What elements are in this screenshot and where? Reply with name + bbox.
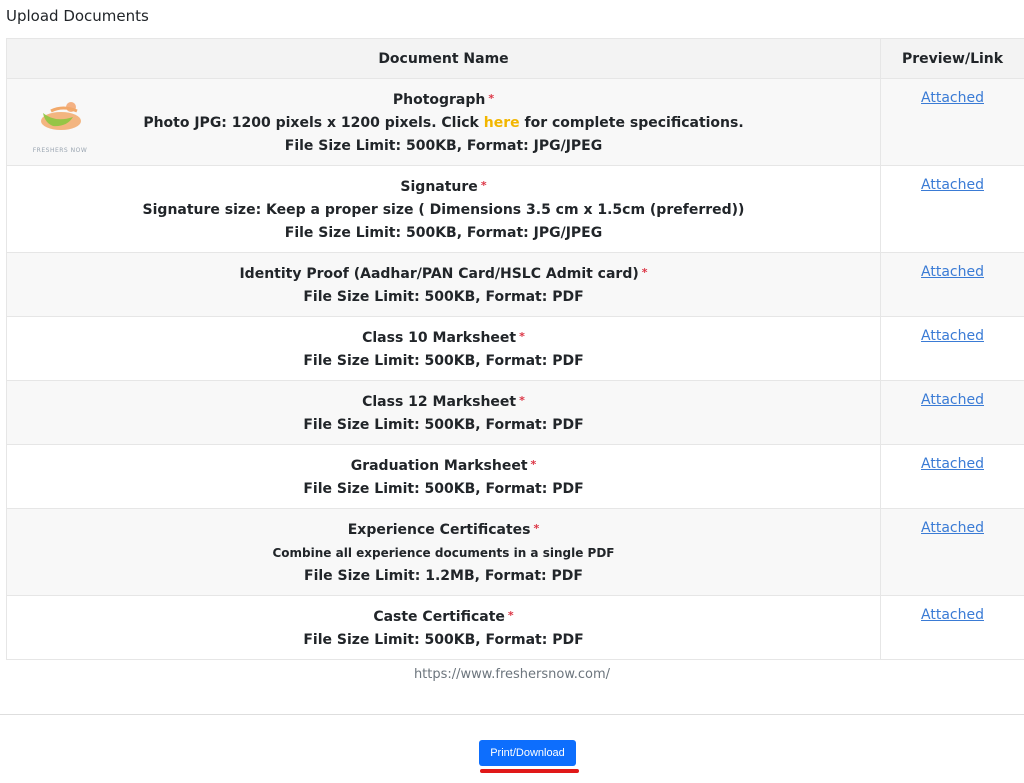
file-size-limit: File Size Limit: 500KB, Format: PDF [303,289,584,305]
header-document-name: Document Name [6,38,881,79]
attached-link[interactable]: Attached [921,456,984,472]
freshers-logo-icon [41,102,81,130]
attached-link[interactable]: Attached [921,264,984,280]
preview-link-cell: Attached [880,165,1024,253]
required-asterisk: * [641,266,648,279]
attached-link[interactable]: Attached [921,607,984,623]
document-name-cell: FRESHERS NOW Photograph * Photo JPG: 1200… [6,78,881,166]
required-asterisk: * [519,394,525,407]
preview-link-cell: Attached [880,595,1024,660]
table-row-graduation-marksheet: Graduation Marksheet * File Size Limit: 5… [6,444,1024,509]
file-size-limit: File Size Limit: 500KB, Format: JPG/JPEG [284,225,603,241]
document-title: Identity Proof (Aadhar/PAN Card/HSLC Adm… [239,266,639,282]
print-download-button[interactable]: Print/Download [479,740,576,766]
attached-link[interactable]: Attached [921,328,984,344]
specifications-here-link[interactable]: here [484,115,520,131]
thumbnail-caption: FRESHERS NOW [32,147,88,154]
table-row-class-10-marksheet: Class 10 Marksheet * File Size Limit: 500… [6,316,1024,381]
table-row-experience-certificates: Experience Certificates * Combine all exp… [6,508,1024,596]
document-name-cell: Identity Proof (Aadhar/PAN Card/HSLC Adm… [6,252,881,317]
required-asterisk: * [507,609,514,622]
photo-thumbnail: FRESHERS NOW [25,93,95,154]
document-title: Caste Certificate [373,609,505,625]
file-size-limit: File Size Limit: 500KB, Format: JPG/JPEG [284,138,603,154]
document-title: Class 12 Marksheet [362,394,517,410]
document-name-cell: Class 12 Marksheet * File Size Limit: 500… [6,380,881,445]
preview-link-cell: Attached [880,78,1024,166]
document-title: Photograph [392,92,486,108]
file-size-limit: File Size Limit: 500KB, Format: PDF [303,632,584,648]
document-title: Experience Certificates [347,522,531,538]
documents-table: Document Name Preview/Link FRESHERS NOW … [6,38,1024,660]
file-size-limit: File Size Limit: 500KB, Format: PDF [303,417,584,433]
document-title: Graduation Marksheet [350,458,528,474]
attached-link[interactable]: Attached [921,90,984,106]
required-asterisk: * [480,179,487,192]
photo-spec-text: Photo JPG: 1200 pixels x 1200 pixels. Cl… [143,115,484,131]
required-asterisk: * [488,92,495,105]
file-size-limit: File Size Limit: 500KB, Format: PDF [303,481,584,497]
table-row-class-12-marksheet: Class 12 Marksheet * File Size Limit: 500… [6,380,1024,445]
header-preview-link: Preview/Link [880,38,1024,79]
experience-note: Combine all experience documents in a si… [272,546,615,560]
document-name-cell: Experience Certificates * Combine all exp… [6,508,881,596]
table-row-signature: Signature * Signature size: Keep a proper… [6,165,1024,253]
required-asterisk: * [533,522,540,535]
file-size-limit: File Size Limit: 500KB, Format: PDF [303,353,584,369]
table-row-caste-certificate: Caste Certificate * File Size Limit: 500K… [6,595,1024,660]
file-size-limit: File Size Limit: 1.2MB, Format: PDF [304,568,583,584]
preview-link-cell: Attached [880,444,1024,509]
preview-link-cell: Attached [880,316,1024,381]
document-name-cell: Caste Certificate * File Size Limit: 500K… [6,595,881,660]
table-row-photograph: FRESHERS NOW Photograph * Photo JPG: 1200… [6,78,1024,166]
preview-link-cell: Attached [880,508,1024,596]
footer-divider [0,714,1024,715]
preview-link-cell: Attached [880,252,1024,317]
preview-link-cell: Attached [880,380,1024,445]
attached-link[interactable]: Attached [921,177,984,193]
required-asterisk: * [519,330,525,343]
document-name-cell: Graduation Marksheet * File Size Limit: 5… [6,444,881,509]
attached-link[interactable]: Attached [921,392,984,408]
table-header-row: Document Name Preview/Link [6,38,1024,79]
signature-spec-text: Signature size: Keep a proper size ( Dim… [142,202,745,218]
document-name-cell: Signature * Signature size: Keep a proper… [6,165,881,253]
document-title: Signature [400,179,478,195]
document-name-cell: Class 10 Marksheet * File Size Limit: 500… [6,316,881,381]
annotation-underline [480,769,579,773]
attached-link[interactable]: Attached [921,520,984,536]
table-row-identity-proof: Identity Proof (Aadhar/PAN Card/HSLC Adm… [6,252,1024,317]
photo-spec-text-end: for complete specifications. [519,115,744,131]
required-asterisk: * [530,458,537,471]
footer-url: https://www.freshersnow.com/ [413,667,611,682]
section-title: Upload Documents [6,7,149,25]
document-title: Class 10 Marksheet [362,330,517,346]
